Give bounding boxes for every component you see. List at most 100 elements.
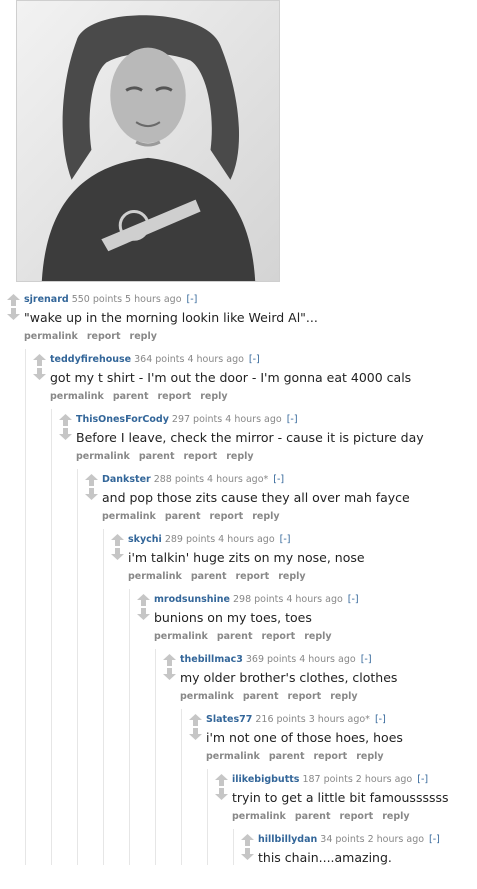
permalink-button[interactable]: permalink — [206, 751, 260, 762]
comment-tagline: skychi 289 points 4 hours ago [-] — [128, 533, 290, 546]
comment-body: tryin to get a little bit famoussssss — [232, 790, 449, 805]
collapse-toggle[interactable]: [-] — [287, 414, 298, 425]
comment: Slates77 216 points 3 hours ago* [-] i'm not… — [188, 713, 477, 769]
score: 187 points — [302, 774, 353, 785]
upvote-arrow-icon[interactable] — [85, 474, 98, 486]
thread-line — [103, 529, 104, 865]
upvote-arrow-icon[interactable] — [111, 534, 124, 546]
report-button[interactable]: report — [314, 751, 348, 762]
report-button[interactable]: report — [288, 691, 322, 702]
score: 216 points — [255, 714, 306, 725]
reply-button[interactable]: reply — [278, 571, 305, 582]
collapse-toggle[interactable]: [-] — [348, 594, 359, 605]
reply-button[interactable]: reply — [356, 751, 383, 762]
permalink-button[interactable]: permalink — [24, 331, 78, 342]
author-link[interactable]: ThisOnesForCody — [76, 414, 169, 425]
upvote-arrow-icon[interactable] — [215, 774, 228, 786]
reply-button[interactable]: reply — [330, 691, 357, 702]
permalink-button[interactable]: permalink — [50, 391, 104, 402]
reply-button[interactable]: reply — [252, 511, 279, 522]
author-link[interactable]: ilikebigbutts — [232, 774, 299, 785]
upvote-arrow-icon[interactable] — [59, 414, 72, 426]
report-button[interactable]: report — [236, 571, 270, 582]
downvote-arrow-icon[interactable] — [7, 308, 20, 320]
collapse-toggle[interactable]: [-] — [375, 714, 386, 725]
upvote-arrow-icon[interactable] — [33, 354, 46, 366]
thread-line — [129, 589, 130, 865]
upvote-arrow-icon[interactable] — [137, 594, 150, 606]
thread-line — [233, 829, 234, 865]
downvote-arrow-icon[interactable] — [241, 848, 254, 860]
report-button[interactable]: report — [87, 331, 121, 342]
permalink-button[interactable]: permalink — [154, 631, 208, 642]
reply-button[interactable]: reply — [130, 331, 157, 342]
permalink-button[interactable]: permalink — [180, 691, 234, 702]
comment-tagline: Slates77 216 points 3 hours ago* [-] — [206, 713, 386, 726]
parent-button[interactable]: parent — [165, 511, 201, 522]
collapse-toggle[interactable]: [-] — [249, 354, 260, 365]
downvote-arrow-icon[interactable] — [111, 548, 124, 560]
comment-body: my older brother's clothes, clothes — [180, 670, 398, 685]
downvote-arrow-icon[interactable] — [59, 428, 72, 440]
report-button[interactable]: report — [210, 511, 244, 522]
upvote-arrow-icon[interactable] — [189, 714, 202, 726]
timestamp: 2 hours ago — [355, 774, 413, 785]
collapse-toggle[interactable]: [-] — [361, 654, 372, 665]
comment-tagline: sjrenard 550 points 5 hours ago [-] — [24, 293, 197, 306]
permalink-button[interactable]: permalink — [102, 511, 156, 522]
downvote-arrow-icon[interactable] — [85, 488, 98, 500]
author-link[interactable]: Slates77 — [206, 714, 252, 725]
collapse-toggle[interactable]: [-] — [187, 294, 198, 305]
vote-arrows — [84, 473, 99, 503]
score: 34 points — [320, 834, 365, 845]
timestamp: 4 hours ago — [218, 534, 275, 545]
thread-line — [181, 709, 182, 865]
author-link[interactable]: Dankster — [102, 474, 151, 485]
permalink-button[interactable]: permalink — [232, 811, 286, 822]
report-button[interactable]: report — [340, 811, 374, 822]
collapse-toggle[interactable]: [-] — [273, 474, 284, 485]
downvote-arrow-icon[interactable] — [163, 668, 176, 680]
author-link[interactable]: skychi — [128, 534, 162, 545]
report-button[interactable]: report — [262, 631, 296, 642]
downvote-arrow-icon[interactable] — [33, 368, 46, 380]
timestamp: 4 hours ago — [187, 354, 244, 365]
reply-button[interactable]: reply — [200, 391, 227, 402]
parent-button[interactable]: parent — [139, 451, 175, 462]
collapse-toggle[interactable]: [-] — [280, 534, 291, 545]
permalink-button[interactable]: permalink — [76, 451, 130, 462]
parent-button[interactable]: parent — [269, 751, 305, 762]
collapse-toggle[interactable]: [-] — [417, 774, 428, 785]
permalink-button[interactable]: permalink — [128, 571, 182, 582]
parent-button[interactable]: parent — [295, 811, 331, 822]
downvote-arrow-icon[interactable] — [189, 728, 202, 740]
comment: hillbillydan 34 points 2 hours ago [-] this … — [240, 833, 477, 889]
collapse-toggle[interactable]: [-] — [429, 834, 440, 845]
comment-tagline: hillbillydan 34 points 2 hours ago [-] — [258, 833, 440, 846]
upvote-arrow-icon[interactable] — [163, 654, 176, 666]
author-link[interactable]: hillbillydan — [258, 834, 317, 845]
parent-button[interactable]: parent — [191, 571, 227, 582]
author-link[interactable]: mrodsunshine — [154, 594, 230, 605]
author-link[interactable]: teddyfirehouse — [50, 354, 131, 365]
report-button[interactable]: report — [158, 391, 192, 402]
comment-buttons: permalink parent report reply — [180, 691, 367, 703]
upvote-arrow-icon[interactable] — [7, 294, 20, 306]
report-button[interactable]: report — [184, 451, 218, 462]
downvote-arrow-icon[interactable] — [215, 788, 228, 800]
reply-button[interactable]: reply — [226, 451, 253, 462]
parent-button[interactable]: parent — [243, 691, 279, 702]
timestamp: 4 hours ago — [286, 594, 343, 605]
reply-button[interactable]: reply — [382, 811, 409, 822]
reply-button[interactable]: reply — [304, 631, 331, 642]
author-link[interactable]: sjrenard — [24, 294, 69, 305]
downvote-arrow-icon[interactable] — [137, 608, 150, 620]
comment: teddyfirehouse 364 points 4 hours ago [-] go… — [32, 353, 477, 409]
comment-buttons: permalink parent report reply — [50, 391, 237, 403]
parent-button[interactable]: parent — [113, 391, 149, 402]
comment-buttons: permalink parent report reply — [206, 751, 393, 763]
upvote-arrow-icon[interactable] — [241, 834, 254, 846]
score: 297 points — [171, 414, 223, 425]
author-link[interactable]: thebillmac3 — [180, 654, 243, 665]
parent-button[interactable]: parent — [217, 631, 253, 642]
